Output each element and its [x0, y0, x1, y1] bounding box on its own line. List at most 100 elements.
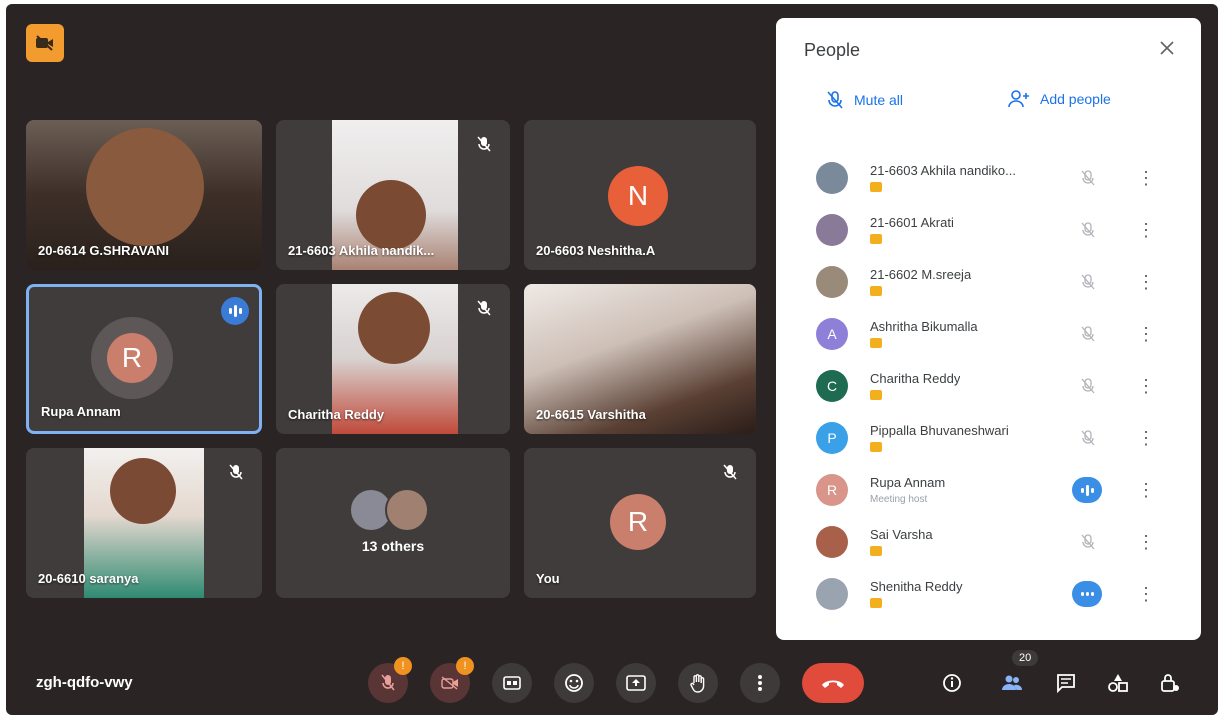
present-button[interactable] — [616, 663, 656, 703]
avatar: A — [816, 318, 848, 350]
participant-name: Pippalla Bhuvaneshwari — [870, 423, 1009, 438]
meeting-window: 20-6614 G.SHRAVANI 21-6603 Akhila nandik… — [6, 4, 1218, 715]
speaking-indicator-icon — [1072, 581, 1102, 607]
camera-off-icon — [36, 35, 53, 51]
avatar: P — [816, 422, 848, 454]
participant-avatar: R — [107, 333, 157, 383]
host-label: Meeting host — [870, 494, 928, 505]
participant-row[interactable]: P Pippalla Bhuvaneshwari ⋮ — [776, 414, 1201, 466]
host-controls-button[interactable] — [1154, 667, 1186, 699]
video-tile[interactable]: N 20-6603 Neshitha.A — [524, 120, 756, 270]
video-tile[interactable]: 20-6615 Varshitha — [524, 284, 756, 434]
camera-off-icon — [870, 286, 882, 296]
mic-off-icon[interactable] — [1076, 530, 1100, 554]
video-tile[interactable]: 20-6614 G.SHRAVANI — [26, 120, 262, 270]
more-options-icon[interactable]: ⋮ — [1137, 426, 1155, 450]
avatar: C — [816, 370, 848, 402]
meeting-details-button[interactable] — [936, 667, 968, 699]
tile-name: You — [536, 571, 560, 586]
activities-icon — [1108, 674, 1128, 692]
more-options-icon[interactable]: ⋮ — [1137, 270, 1155, 294]
more-options-icon[interactable]: ⋮ — [1137, 374, 1155, 398]
reactions-button[interactable] — [554, 663, 594, 703]
people-panel: People Mute all Add people 21-6603 Akhil… — [776, 18, 1201, 640]
camera-off-icon — [870, 234, 882, 244]
camera-off-indicator — [26, 24, 64, 62]
participant-name: Rupa Annam — [870, 475, 946, 490]
avatar — [816, 266, 848, 298]
camera-button[interactable]: ! — [430, 657, 474, 703]
self-avatar: R — [610, 494, 666, 550]
video-tile-active-speaker[interactable]: R Rupa Annam — [26, 284, 262, 434]
mic-off-icon — [827, 91, 843, 109]
participant-row[interactable]: R Rupa Annam Meeting host ⋮ — [776, 466, 1201, 518]
others-avatars — [276, 488, 510, 532]
camera-off-icon — [870, 546, 882, 556]
mic-off-icon[interactable] — [1076, 270, 1100, 294]
avatar: R — [816, 474, 848, 506]
mic-off-icon — [718, 460, 742, 484]
more-options-icon[interactable]: ⋮ — [1137, 478, 1155, 502]
participant-row[interactable]: 21-6603 Akhila nandiko... ⋮ — [776, 154, 1201, 206]
camera-off-icon — [870, 390, 882, 400]
more-options-icon[interactable]: ⋮ — [1137, 218, 1155, 242]
captions-button[interactable] — [492, 663, 532, 703]
speaking-indicator-icon — [1072, 477, 1102, 503]
camera-off-icon — [441, 676, 458, 690]
tile-name: 20-6615 Varshitha — [536, 407, 646, 422]
others-label: 13 others — [361, 538, 425, 554]
video-tile[interactable]: Charitha Reddy — [276, 284, 510, 434]
mic-off-icon[interactable] — [1076, 166, 1100, 190]
activities-button[interactable] — [1102, 667, 1134, 699]
participant-row[interactable]: C Charitha Reddy ⋮ — [776, 362, 1201, 414]
tile-name: 21-6603 Akhila nandik... — [288, 243, 435, 258]
participant-name: 21-6601 Akrati — [870, 215, 954, 230]
participant-row[interactable]: Shenitha Reddy ⋮ — [776, 570, 1201, 622]
add-person-icon — [1008, 90, 1029, 108]
others-tile[interactable]: 13 others — [276, 448, 510, 598]
mic-off-icon[interactable] — [1076, 374, 1100, 398]
microphone-button[interactable]: ! — [368, 657, 412, 703]
camera-off-icon — [870, 598, 882, 608]
raise-hand-button[interactable] — [678, 663, 718, 703]
more-options-icon[interactable]: ⋮ — [1137, 582, 1155, 606]
tile-name: 20-6614 G.SHRAVANI — [38, 243, 170, 258]
tile-name: 20-6610 saranya — [38, 571, 139, 586]
mic-off-icon[interactable] — [1076, 426, 1100, 450]
speaking-indicator-icon — [221, 297, 249, 325]
mic-off-icon — [472, 296, 496, 320]
present-screen-icon — [626, 675, 646, 691]
mic-off-icon[interactable] — [1076, 218, 1100, 242]
meeting-code: zgh-qdfo-vwy — [36, 674, 133, 691]
add-people-button[interactable]: Add people — [1008, 90, 1111, 108]
more-options-icon[interactable]: ⋮ — [1137, 322, 1155, 346]
camera-off-icon — [870, 182, 882, 192]
participant-name: 21-6602 M.sreeja — [870, 267, 972, 282]
participant-row[interactable]: 21-6601 Akrati ⋮ — [776, 206, 1201, 258]
more-options-button[interactable] — [740, 663, 780, 703]
video-tile[interactable]: 20-6610 saranya — [26, 448, 262, 598]
leave-call-button[interactable] — [802, 663, 864, 703]
mic-off-icon[interactable] — [1076, 322, 1100, 346]
mic-off-icon — [224, 460, 248, 484]
participant-count-badge: 20 — [1012, 650, 1039, 666]
participant-name: Sai Varsha — [870, 527, 933, 542]
self-tile[interactable]: R You — [524, 448, 756, 598]
warning-badge: ! — [394, 657, 412, 675]
warning-badge: ! — [456, 657, 474, 675]
participant-row[interactable]: 21-6602 M.sreeja ⋮ — [776, 258, 1201, 310]
mic-off-icon — [472, 132, 496, 156]
more-options-icon[interactable]: ⋮ — [1137, 166, 1155, 190]
close-icon[interactable] — [1155, 36, 1179, 60]
participant-row[interactable]: A Ashritha Bikumalla ⋮ — [776, 310, 1201, 362]
chat-button[interactable] — [1050, 667, 1082, 699]
camera-off-icon — [870, 338, 882, 348]
hang-up-icon — [822, 680, 844, 688]
more-options-icon[interactable]: ⋮ — [1137, 530, 1155, 554]
video-tile[interactable]: 21-6603 Akhila nandik... — [276, 120, 510, 270]
tile-name: 20-6603 Neshitha.A — [536, 243, 656, 258]
mute-all-button[interactable]: Mute all — [826, 90, 903, 110]
add-people-label: Add people — [1040, 91, 1111, 107]
participant-row[interactable]: Sai Varsha ⋮ — [776, 518, 1201, 570]
people-button[interactable] — [996, 667, 1028, 699]
